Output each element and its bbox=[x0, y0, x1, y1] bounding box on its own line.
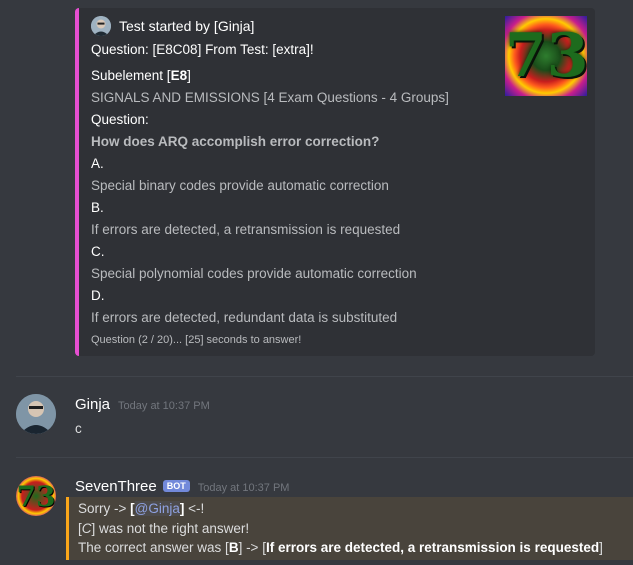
author-avatar bbox=[91, 16, 111, 36]
ginja-avatar[interactable] bbox=[16, 394, 56, 434]
question-header: Question: [E8C08] From Test: [extra]! bbox=[91, 42, 314, 57]
subelement-suffix: ] bbox=[187, 68, 191, 83]
thumbnail-logo-text: 73 bbox=[505, 21, 587, 91]
embed-author-name: Test started by [Ginja] bbox=[119, 18, 255, 34]
option-b-text: If errors are detected, a retransmission… bbox=[91, 222, 401, 237]
line3-suffix: ] bbox=[599, 540, 603, 555]
line1-bracket-open: [ bbox=[130, 501, 135, 516]
reply-line-2: [C] was not the right answer! bbox=[78, 521, 249, 536]
mention-highlight: Sorry -> [@Ginja] <-! [C] was not the ri… bbox=[66, 497, 633, 560]
option-c-letter: C. bbox=[91, 244, 105, 259]
line3-prefix: The correct answer was [ bbox=[78, 540, 229, 555]
user-mention[interactable]: @Ginja bbox=[134, 501, 180, 516]
question-label: Question: bbox=[91, 112, 149, 127]
line3-mid: ] -> [ bbox=[238, 540, 266, 555]
ginja-message-text: c bbox=[75, 421, 82, 436]
seventhree-avatar[interactable]: 73 bbox=[16, 476, 56, 516]
option-b-letter: B. bbox=[91, 200, 104, 215]
correct-letter: B bbox=[228, 540, 239, 555]
seventhree-username[interactable]: SevenThree bbox=[75, 478, 157, 495]
ginja-timestamp: Today at 10:37 PM bbox=[118, 400, 210, 412]
seventhree-timestamp: Today at 10:37 PM bbox=[197, 482, 290, 494]
subelement-code: E8 bbox=[170, 68, 188, 83]
option-a-text: Special binary codes provide automatic c… bbox=[91, 178, 389, 193]
quiz-embed: Test started by [Ginja] Question: [E8C08… bbox=[75, 8, 595, 356]
option-d-letter: D. bbox=[91, 288, 105, 303]
subelement-prefix: Subelement [ bbox=[91, 68, 171, 83]
question-text: How does ARQ accomplish error correction… bbox=[91, 134, 380, 149]
ginja-username[interactable]: Ginja bbox=[75, 396, 110, 413]
subelement-line: Subelement [E8] bbox=[91, 68, 191, 83]
reply-line-1: Sorry -> [@Ginja] <-! bbox=[78, 501, 204, 516]
embed-author: Test started by [Ginja] bbox=[91, 16, 254, 36]
option-a-letter: A. bbox=[91, 156, 104, 171]
embed-footer: Question (2 / 20)... [25] seconds to ans… bbox=[91, 334, 302, 346]
ginja-message-header: Ginja Today at 10:37 PM bbox=[75, 396, 210, 413]
embed-thumbnail[interactable]: 73 bbox=[505, 16, 587, 96]
option-c-text: Special polynomial codes provide automat… bbox=[91, 266, 417, 281]
reply-line-3: The correct answer was [B] -> [If errors… bbox=[78, 540, 603, 555]
given-answer: C bbox=[81, 521, 92, 536]
line1-prefix: Sorry -> bbox=[78, 501, 131, 516]
line2-suffix: ] was not the right answer! bbox=[91, 521, 250, 536]
bot-badge: BOT bbox=[162, 480, 190, 492]
correct-answer-text: If errors are detected, a retransmission… bbox=[265, 540, 600, 555]
message-divider bbox=[16, 376, 633, 377]
message-divider bbox=[16, 457, 633, 458]
subelement-description: SIGNALS AND EMISSIONS [4 Exam Questions … bbox=[91, 90, 449, 105]
option-d-text: If errors are detected, redundant data i… bbox=[91, 310, 398, 325]
seventhree-message-header: SevenThree BOT Today at 10:37 PM bbox=[75, 478, 289, 495]
seventhree-avatar-text: 73 bbox=[16, 480, 56, 513]
line1-suffix: <-! bbox=[184, 501, 205, 516]
